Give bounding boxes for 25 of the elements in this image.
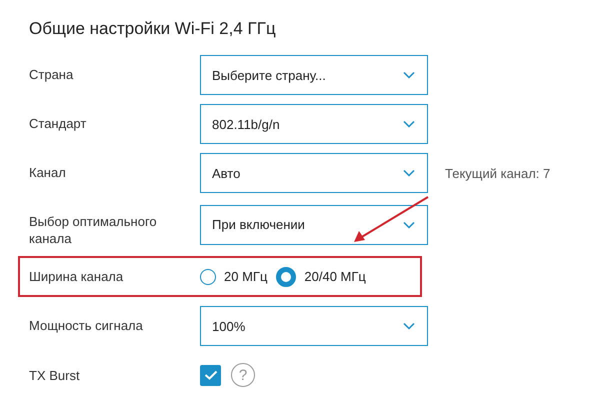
radio-button[interactable] xyxy=(200,268,216,284)
field-label: Ширина канала xyxy=(29,268,124,285)
checkmark-icon xyxy=(204,370,218,380)
chevron-down-icon xyxy=(403,220,415,228)
radio-option[interactable]: 20 МГц xyxy=(200,268,268,284)
checkbox[interactable] xyxy=(200,364,221,386)
field-label: TX Burst xyxy=(29,366,81,384)
dropdown[interactable]: Выберите страну... xyxy=(200,55,428,95)
chevron-down-icon xyxy=(403,71,415,79)
dropdown[interactable]: Авто xyxy=(200,153,428,193)
radio-button[interactable] xyxy=(276,266,296,286)
dropdown[interactable]: При включении xyxy=(200,204,428,244)
current-channel-text: Текущий канал: 7 xyxy=(445,166,552,180)
chevron-down-icon xyxy=(403,322,415,330)
chevron-down-icon xyxy=(403,120,415,128)
field-label: Мощность сигнала xyxy=(29,317,144,334)
radio-option[interactable]: 20/40 МГц xyxy=(276,266,366,286)
dropdown[interactable]: 100% xyxy=(200,306,428,346)
chevron-down-icon xyxy=(403,169,415,177)
field-label: Выбор оптимального канала xyxy=(29,213,158,247)
field-label: Стандарт xyxy=(29,115,88,132)
section-title: Общие настройки Wi-Fi 2,4 ГГц xyxy=(29,18,277,40)
field-label: Канал xyxy=(29,164,67,181)
field-label: Страна xyxy=(29,66,74,83)
dropdown[interactable]: 802.11b/g/n xyxy=(200,104,428,144)
